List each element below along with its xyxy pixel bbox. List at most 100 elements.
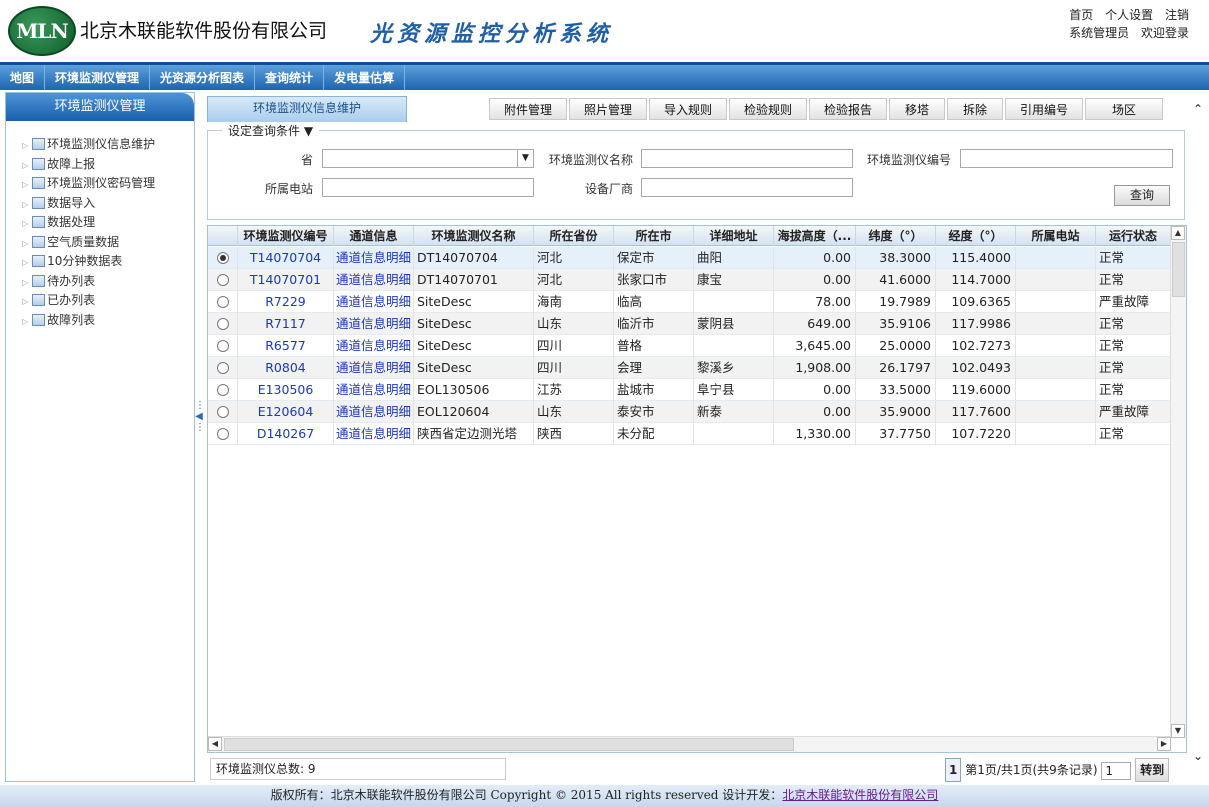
cell-select[interactable] (208, 335, 238, 357)
check-report-button[interactable]: 检验报告 (809, 98, 887, 120)
col-station[interactable]: 所属电站 (1016, 226, 1096, 246)
cell-code[interactable]: R6577 (238, 335, 334, 357)
page-scroll-down-icon[interactable]: ⌄ (1193, 749, 1203, 763)
row-radio[interactable] (217, 252, 229, 264)
row-radio[interactable] (217, 406, 229, 418)
sidebar-item-data-import[interactable]: ▷ 数据导入 (22, 194, 194, 214)
expand-arrow-icon[interactable]: ▷ (22, 161, 28, 170)
sidebar-item-info[interactable]: ▷ 环境监测仪信息维护 (22, 135, 194, 155)
horizontal-scrollbar[interactable]: ◀ ▶ (208, 736, 1171, 752)
nav-monitor-management[interactable]: 环境监测仪管理 (45, 65, 151, 90)
expand-arrow-icon[interactable]: ▷ (22, 180, 28, 189)
table-row[interactable]: R7117 通道信息明细 SiteDesc 山东 临沂市 蒙阴县 649.00 35.9106… (208, 313, 1171, 335)
cell-chan[interactable]: 通道信息明细 (334, 291, 414, 313)
scroll-thumb[interactable] (1172, 242, 1185, 297)
sidebar-item-fault-report[interactable]: ▷ 故障上报 (22, 155, 194, 175)
nav-query-stats[interactable]: 查询统计 (255, 65, 325, 90)
scroll-left-icon[interactable]: ◀ (208, 737, 222, 751)
province-select[interactable]: ▼ (322, 149, 534, 168)
table-row[interactable]: R0804 通道信息明细 SiteDesc 四川 会理 黎溪乡 1,908.00 26.179… (208, 357, 1171, 379)
table-row[interactable]: E130506 通道信息明细 EOL130506 江苏 盐城市 阜宁县 0.00 33.500… (208, 379, 1171, 401)
row-radio[interactable] (217, 318, 229, 330)
col-address[interactable]: 详细地址 (694, 226, 774, 246)
col-city[interactable]: 所在市 (614, 226, 694, 246)
go-button[interactable]: 转到 (1135, 758, 1170, 782)
col-status[interactable]: 运行状态 (1096, 226, 1171, 246)
cell-select[interactable] (208, 313, 238, 335)
cell-chan[interactable]: 通道信息明细 (334, 247, 414, 269)
site-area-button[interactable]: 场区 (1085, 98, 1163, 120)
photo-button[interactable]: 照片管理 (569, 98, 647, 120)
expand-arrow-icon[interactable]: ▷ (22, 317, 28, 326)
cell-code[interactable]: R7117 (238, 313, 334, 335)
logout-link[interactable]: 注销 (1165, 8, 1189, 22)
cell-chan[interactable]: 通道信息明细 (334, 401, 414, 423)
row-radio[interactable] (217, 384, 229, 396)
col-channel[interactable]: 通道信息 (334, 226, 414, 246)
expand-arrow-icon[interactable]: ▷ (22, 200, 28, 209)
page-input[interactable]: 1 (1101, 761, 1132, 780)
chevron-down-icon[interactable]: ▼ (517, 150, 533, 167)
cell-chan[interactable]: 通道信息明细 (334, 379, 414, 401)
scroll-thumb-h[interactable] (224, 738, 794, 751)
cell-chan[interactable]: 通道信息明细 (334, 269, 414, 291)
attachment-button[interactable]: 附件管理 (489, 98, 567, 120)
cell-select[interactable] (208, 423, 238, 445)
sidebar-item-10min-data[interactable]: ▷ 10分钟数据表 (22, 252, 194, 272)
move-tower-button[interactable]: 移塔 (889, 98, 945, 120)
tab-monitor-info[interactable]: 环境监测仪信息维护 (207, 96, 407, 122)
cell-select[interactable] (208, 379, 238, 401)
sidebar-item-air-quality[interactable]: ▷ 空气质量数据 (22, 233, 194, 253)
monitor-name-input[interactable] (641, 149, 853, 168)
home-link[interactable]: 首页 (1069, 8, 1093, 22)
import-rules-button[interactable]: 导入规则 (649, 98, 727, 120)
cell-code[interactable]: D140267 (238, 423, 334, 445)
expand-arrow-icon[interactable]: ▷ (22, 239, 28, 248)
table-row[interactable]: E120604 通道信息明细 EOL120604 山东 泰安市 新泰 0.00 35.9000… (208, 401, 1171, 423)
page-scroll-up-icon[interactable]: ⌃ (1193, 102, 1203, 116)
nav-generation-estimate[interactable]: 发电量估算 (324, 65, 406, 90)
table-row[interactable]: T14070704 通道信息明细 DT14070704 河北 保定市 曲阳 0.00 38.3… (208, 247, 1171, 269)
col-name[interactable]: 环境监测仪名称 (414, 226, 534, 246)
sidebar-collapse-handle[interactable]: ⋮ ◀ ⋮ (195, 400, 205, 460)
reference-code-button[interactable]: 引用编号 (1005, 98, 1083, 120)
expand-arrow-icon[interactable]: ▷ (22, 278, 28, 287)
cell-code[interactable]: E120604 (238, 401, 334, 423)
vertical-scrollbar[interactable]: ▲ ▼ (1170, 226, 1186, 738)
cell-select[interactable] (208, 357, 238, 379)
expand-arrow-icon[interactable]: ▷ (22, 219, 28, 228)
personal-settings-link[interactable]: 个人设置 (1105, 8, 1153, 22)
station-input[interactable] (322, 178, 534, 197)
table-row[interactable]: D140267 通道信息明细 陕西省定边测光塔 陕西 未分配 1,330.00 37.775… (208, 423, 1171, 445)
cell-code[interactable]: T14070701 (238, 269, 334, 291)
table-row[interactable]: R7229 通道信息明细 SiteDesc 海南 临高 78.00 19.7989 109.6… (208, 291, 1171, 313)
search-button[interactable]: 查询 (1114, 185, 1170, 206)
sidebar-item-done[interactable]: ▷ 已办列表 (22, 291, 194, 311)
col-altitude[interactable]: 海拔高度（... (774, 226, 856, 246)
cell-code[interactable]: T14070704 (238, 247, 334, 269)
table-row[interactable]: T14070701 通道信息明细 DT14070701 河北 张家口市 康宝 0.00 41.… (208, 269, 1171, 291)
row-radio[interactable] (217, 362, 229, 374)
row-radio[interactable] (217, 274, 229, 286)
row-radio[interactable] (217, 340, 229, 352)
cell-chan[interactable]: 通道信息明细 (334, 423, 414, 445)
expand-arrow-icon[interactable]: ▷ (22, 297, 28, 306)
sidebar-item-password[interactable]: ▷ 环境监测仪密码管理 (22, 174, 194, 194)
check-rules-button[interactable]: 检验规则 (729, 98, 807, 120)
monitor-code-input[interactable] (960, 149, 1173, 168)
col-latitude[interactable]: 纬度（°） (856, 226, 936, 246)
sidebar-item-faults[interactable]: ▷ 故障列表 (22, 311, 194, 331)
cell-select[interactable] (208, 401, 238, 423)
dismantle-button[interactable]: 拆除 (947, 98, 1003, 120)
scroll-down-icon[interactable]: ▼ (1171, 724, 1185, 738)
col-longitude[interactable]: 经度（°） (936, 226, 1016, 246)
table-row[interactable]: R6577 通道信息明细 SiteDesc 四川 普格 3,645.00 25.0000 10… (208, 335, 1171, 357)
nav-map[interactable]: 地图 (0, 65, 46, 90)
cell-chan[interactable]: 通道信息明细 (334, 335, 414, 357)
cell-code[interactable]: R0804 (238, 357, 334, 379)
page-number[interactable]: 1 (945, 758, 962, 782)
scroll-right-icon[interactable]: ▶ (1157, 737, 1171, 751)
cell-code[interactable]: E130506 (238, 379, 334, 401)
col-province[interactable]: 所在省份 (534, 226, 614, 246)
col-code[interactable]: 环境监测仪编号 (238, 226, 334, 246)
